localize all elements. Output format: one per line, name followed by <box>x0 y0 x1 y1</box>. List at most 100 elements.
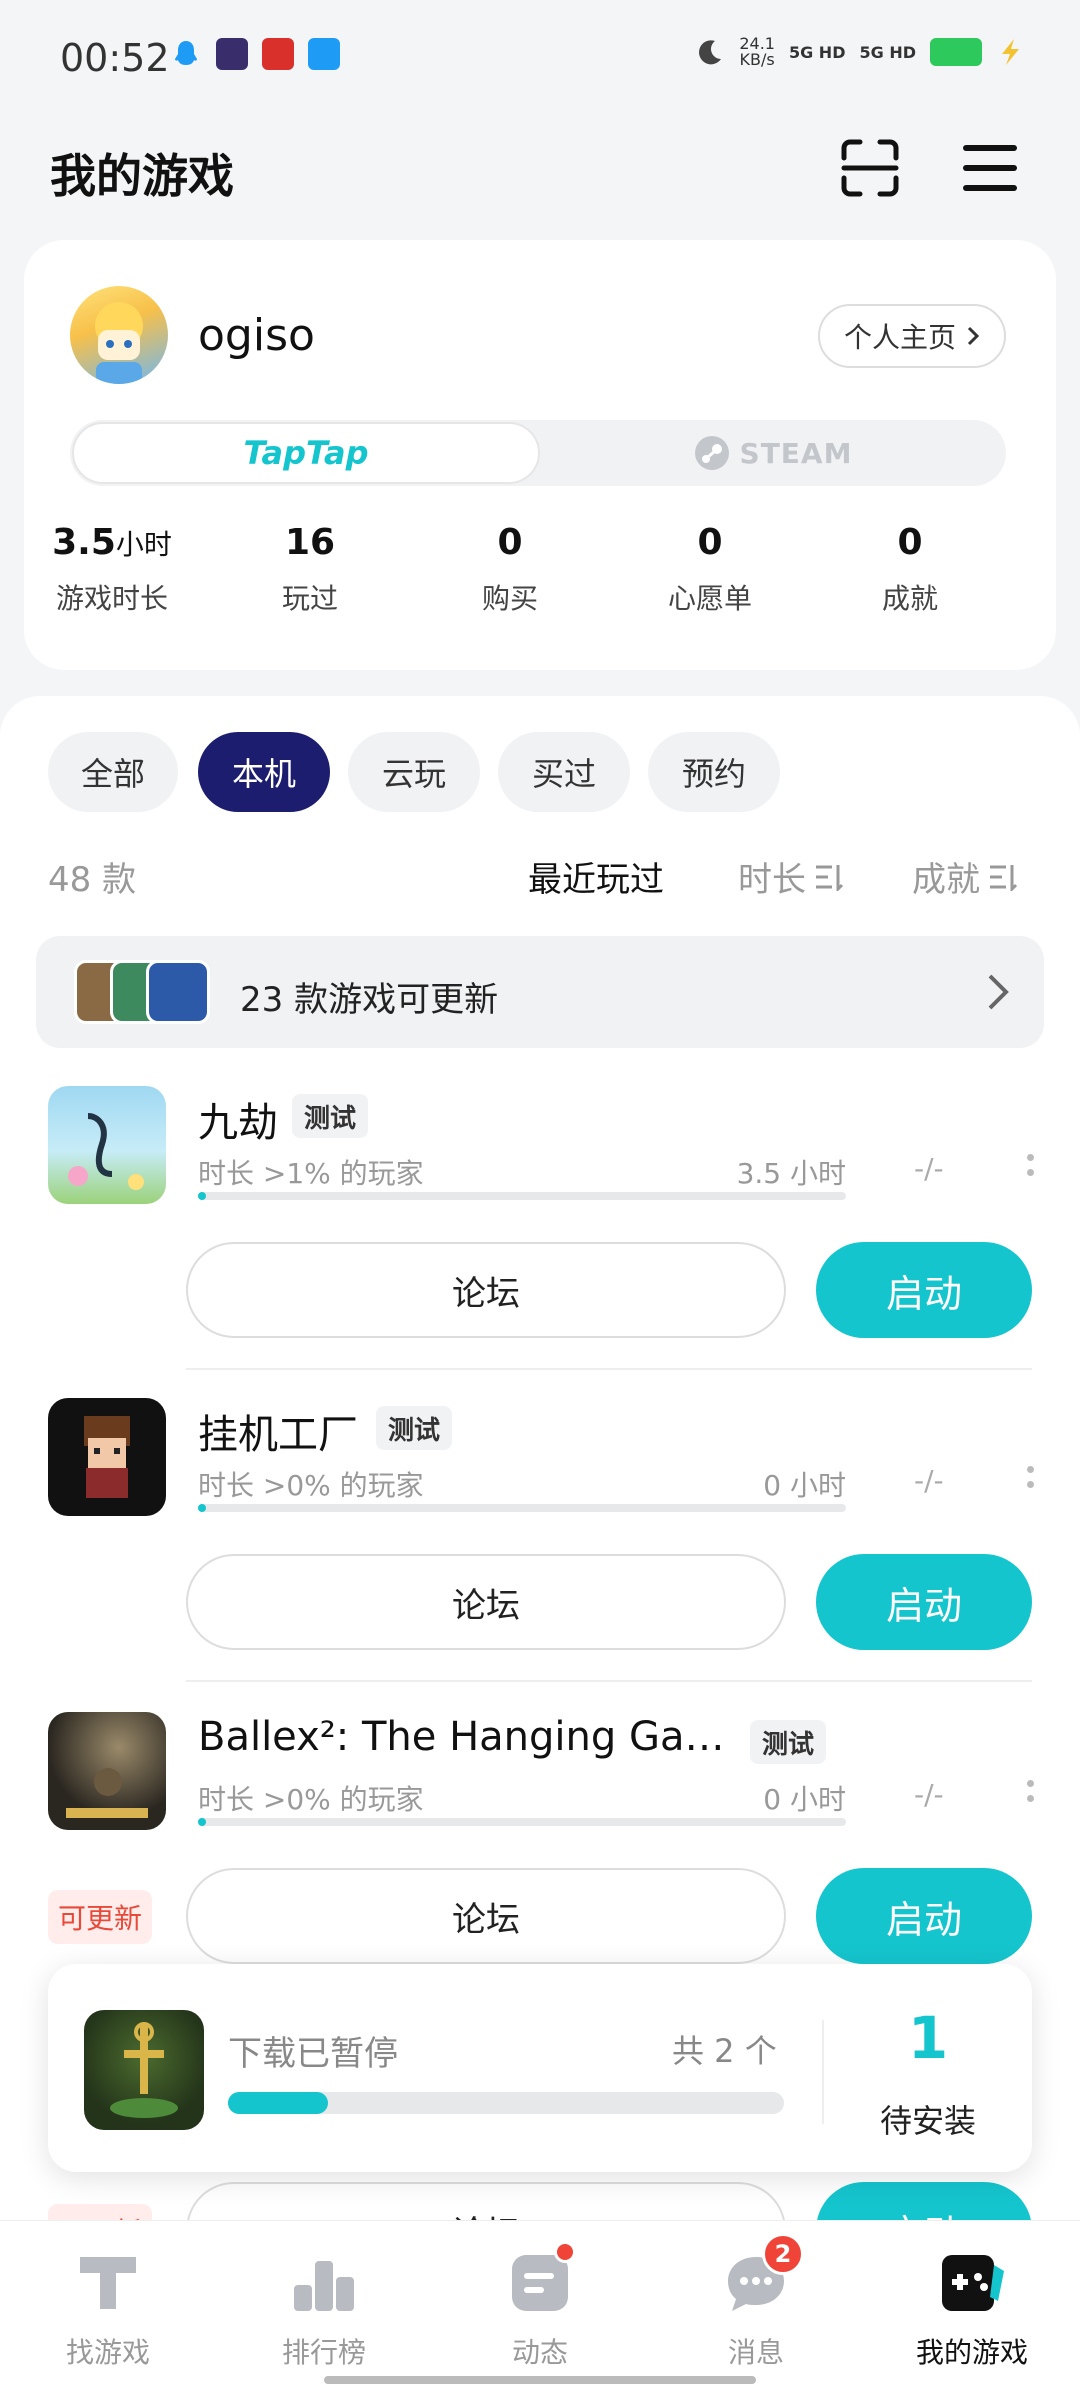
filter-tab-reserved[interactable]: 预约 <box>648 732 780 812</box>
stat-value: 0 <box>497 522 523 563</box>
forum-button[interactable]: 论坛 <box>186 1868 786 1964</box>
pending-install-label: 待安装 <box>879 2102 976 2140</box>
filter-tab-purchased[interactable]: 买过 <box>498 732 630 812</box>
sim2-label: 5G HD <box>859 42 916 62</box>
notification-dot <box>554 2241 576 2263</box>
game-count: 48 款 <box>48 860 137 900</box>
battery-icon <box>930 38 982 66</box>
nav-messages[interactable]: 2 消息 <box>648 2221 864 2388</box>
filter-tab-cloud[interactable]: 云玩 <box>348 732 480 812</box>
bottom-nav: 找游戏 排行榜 动态 2 消息 我的游戏 <box>0 2220 1080 2388</box>
more-options-icon[interactable] <box>1024 1154 1036 1176</box>
stat-label: 玩过 <box>281 582 338 615</box>
profile-home-button[interactable]: 个人主页 <box>817 304 1006 368</box>
game-name[interactable]: Ballex²: The Hanging Ga… <box>198 1714 725 1760</box>
updates-banner[interactable]: 23 款游戏可更新 <box>36 936 1044 1048</box>
download-progress <box>228 2092 784 2114</box>
forum-button[interactable]: 论坛 <box>186 1242 786 1338</box>
app-notification-icon <box>308 38 340 70</box>
playtime-progress <box>198 1192 846 1200</box>
avatar[interactable] <box>70 286 168 384</box>
beta-badge: 测试 <box>292 1094 369 1138</box>
game-hours: 0 小时 <box>763 1783 846 1816</box>
home-indicator[interactable] <box>324 2376 756 2384</box>
notification-icons <box>170 38 340 70</box>
sort-label: 成就 <box>912 860 980 900</box>
status-right: 24.1 KB/s 5G HD 5G HD <box>695 36 1024 68</box>
launch-button[interactable]: 启动 <box>816 1868 1032 1964</box>
nav-my-games[interactable]: 我的游戏 <box>864 2221 1080 2388</box>
stat-value: 16 <box>284 522 336 563</box>
sort-achievements[interactable]: 成就 <box>912 852 1018 901</box>
stat-label: 游戏时长 <box>55 582 168 615</box>
platform-steam[interactable]: STEAM <box>540 420 1006 486</box>
game-icon[interactable] <box>48 1086 166 1204</box>
leaderboard-icon <box>294 2261 354 2311</box>
sort-playtime[interactable]: 时长 <box>738 852 844 901</box>
stat-purchased[interactable]: 0 购买 <box>420 522 600 617</box>
playtime-progress-fill <box>198 1192 206 1200</box>
game-icon[interactable] <box>48 1398 166 1516</box>
playtime-progress <box>198 1818 846 1826</box>
stat-label: 成就 <box>881 582 938 615</box>
update-available-tag: 可更新 <box>48 1890 153 1944</box>
game-name[interactable]: 挂机工厂 <box>198 1402 358 1460</box>
download-progress-fill <box>228 2092 329 2114</box>
scan-icon <box>841 139 899 197</box>
sort-icon <box>990 864 1018 891</box>
more-options-icon[interactable] <box>1024 1466 1036 1488</box>
filter-tab-all[interactable]: 全部 <box>48 732 178 812</box>
app-notification-icon <box>262 38 294 70</box>
game-achievements: -/- <box>914 1464 944 1497</box>
nav-find-games[interactable]: 找游戏 <box>0 2221 216 2388</box>
nav-label: 找游戏 <box>65 2336 150 2369</box>
sort-label: 时长 <box>738 860 806 900</box>
game-name[interactable]: 九劫 <box>198 1090 278 1148</box>
launch-button[interactable]: 启动 <box>816 1242 1032 1338</box>
game-art <box>84 1416 130 1498</box>
more-options-icon[interactable] <box>1024 1780 1036 1802</box>
game-hours: 3.5 小时 <box>736 1157 846 1190</box>
forum-button[interactable]: 论坛 <box>186 1554 786 1650</box>
nav-label: 消息 <box>727 2336 784 2369</box>
stat-value: 0 <box>897 522 923 563</box>
game-hours: 0 小时 <box>763 1469 846 1502</box>
sort-recent[interactable]: 最近玩过 <box>528 852 664 901</box>
pending-install-count: 1 <box>907 2004 949 2072</box>
scan-button[interactable] <box>834 132 906 204</box>
stat-played[interactable]: 16 玩过 <box>220 522 400 617</box>
find-games-icon <box>80 2257 136 2309</box>
divider <box>186 1680 1032 1682</box>
game-icon[interactable] <box>48 1712 166 1830</box>
chevron-right-icon <box>988 974 1009 1010</box>
my-games-icon <box>942 2255 1004 2311</box>
nav-label: 我的游戏 <box>915 2336 1028 2369</box>
download-total: 共 2 个 <box>672 2032 777 2070</box>
message-count-badge: 2 <box>762 2233 804 2275</box>
qq-icon <box>175 41 197 65</box>
game-percentile: 时长 >0% 的玩家 <box>198 1783 424 1816</box>
sim1-label: 5G HD <box>788 42 846 62</box>
charging-icon <box>1002 39 1019 65</box>
platform-taptap[interactable]: TapTap <box>72 422 540 484</box>
stat-wishlist[interactable]: 0 心愿单 <box>620 522 800 617</box>
nav-feed[interactable]: 动态 <box>432 2221 648 2388</box>
stat-value: 0 <box>697 522 723 563</box>
profile-card: ogiso 个人主页 TapTap STEAM 3.5小时 游戏时长 16 玩过… <box>24 240 1056 670</box>
filter-tab-local[interactable]: 本机 <box>198 732 330 812</box>
stat-achievements[interactable]: 0 成就 <box>820 522 1000 617</box>
game-achievements: -/- <box>914 1778 944 1811</box>
nav-leaderboard[interactable]: 排行榜 <box>216 2221 432 2388</box>
net-speed: 24.1 KB/s <box>739 36 775 68</box>
platform-steam-label: STEAM <box>739 436 853 470</box>
stat-playtime[interactable]: 3.5小时 游戏时长 <box>22 522 202 617</box>
stat-value: 3.5 <box>52 522 116 563</box>
stat-label: 购买 <box>481 582 538 615</box>
game-percentile: 时长 >0% 的玩家 <box>198 1469 424 1502</box>
menu-button[interactable] <box>954 132 1026 204</box>
launch-button[interactable]: 启动 <box>816 1554 1032 1650</box>
net-speed-unit: KB/s <box>739 50 775 69</box>
nav-label: 动态 <box>511 2336 568 2369</box>
download-status-card[interactable]: 下载已暂停 共 2 个 1 待安装 <box>48 1964 1032 2172</box>
download-status-text: 下载已暂停 <box>228 2034 398 2074</box>
